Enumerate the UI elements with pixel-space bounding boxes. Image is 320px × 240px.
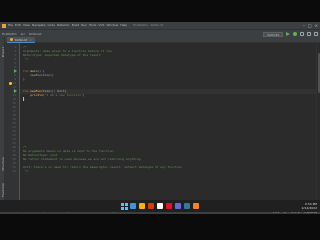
editor-scrollbar[interactable] [316,43,320,207]
windows-start-icon[interactable] [121,203,128,210]
run-icon[interactable] [286,32,290,36]
search-icon[interactable] [314,32,318,36]
code-line: println("I am a new function") [30,93,85,97]
menu-vcs[interactable]: VCS [98,22,104,29]
window-controls: – □ × [303,22,318,29]
breadcrumb-file[interactable]: Kotlin.kt [29,32,41,36]
tab-close-icon[interactable]: × [29,38,32,42]
menu-view[interactable]: View [23,22,30,29]
code-line: } [23,77,25,81]
coverage-icon[interactable] [300,32,304,36]
breadcrumb-project[interactable]: FirstKotlin [2,32,17,36]
kotlin-file-icon [10,38,13,41]
breadcrumb-src[interactable]: src [21,32,25,36]
stop-icon[interactable] [307,32,311,36]
code-line: ReturnType: expected datatype of the res… [23,53,101,57]
taskbar-app-icon[interactable] [148,203,154,209]
navigation-bar: FirstKotlin src Kotlin.kt KotlinKt [0,29,320,37]
taskbar-app-icon[interactable] [130,203,136,209]
close-icon[interactable]: × [315,22,318,29]
screen: File Edit View Navigate Code Refactor Bu… [0,22,320,214]
taskbar-app-icon[interactable] [175,203,181,209]
minimize-icon[interactable]: – [303,22,305,29]
run-configuration-select[interactable]: KotlinKt [263,31,283,37]
menu-edit[interactable]: Edit [15,22,21,29]
menu-file[interactable]: File [8,22,13,29]
windows-taskbar: 9:54 PM 2/14/2022 [0,200,320,212]
taskbar-app-icon[interactable] [184,203,190,209]
taskbar-app-icon[interactable] [157,203,163,209]
taskbar-app-icon[interactable] [139,203,145,209]
code-line: Unit: there's no need for return the mea… [23,165,182,169]
code-line: No return statement is used because we a… [23,157,143,161]
menu-run[interactable]: Run [81,22,87,29]
menu-refactor[interactable]: Refactor [57,22,70,29]
menu-code[interactable]: Code [47,22,55,29]
text-caret [23,97,24,101]
debug-icon[interactable] [293,32,297,36]
menu-window[interactable]: Window [106,22,118,29]
menu-tools[interactable]: Tools [89,22,96,29]
taskbar-app-icon[interactable] [166,203,172,209]
menu-help[interactable]: Help [120,22,127,29]
menu-bar: File Edit View Navigate Code Refactor Bu… [0,22,320,29]
menu-build[interactable]: Build [72,22,80,29]
clock-date: 2/14/2022 [301,206,317,210]
window-title: FirstKotlin - Kotlin.kt [133,23,164,27]
maximize-icon[interactable]: □ [308,22,312,29]
code-line: newFunction() [23,73,54,77]
code-line: */ [23,169,29,173]
line-number: 32 [12,169,16,173]
intellij-logo-icon [2,23,6,28]
intention-bulb-icon[interactable] [9,82,12,85]
tab-label: Kotlin.kt [15,37,28,42]
code-editor[interactable]: /* Arguments: data given to a function be… [20,43,316,207]
system-tray-clock[interactable]: 9:54 PM 2/14/2022 [302,200,317,212]
code-line: */ [23,57,29,61]
menu-navigate[interactable]: Navigate [32,22,45,29]
taskbar-app-icon[interactable] [193,203,199,209]
line-number-gutter: 1 2 3 4 5 6 7 8 9 10 11 12 13 14 15 16 17 18 19 20 21 22 23 24 2… [5,43,20,207]
